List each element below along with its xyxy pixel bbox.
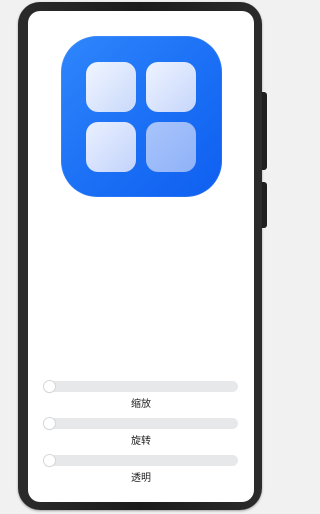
icon-tile-top-left — [86, 62, 136, 112]
device-preview: 缩放 旋转 透明 — [0, 0, 281, 514]
scale-slider-thumb[interactable] — [44, 381, 55, 392]
power-button — [262, 182, 267, 228]
icon-tile-bottom-left — [86, 122, 136, 172]
opacity-slider-label: 透明 — [131, 473, 151, 484]
rotate-slider[interactable] — [44, 418, 238, 429]
rotate-slider-label: 旋转 — [131, 436, 151, 447]
scale-slider[interactable] — [44, 381, 238, 392]
grid-app-icon — [61, 36, 222, 197]
rotate-slider-thumb[interactable] — [44, 418, 55, 429]
volume-button — [262, 92, 267, 170]
scale-slider-label: 缩放 — [131, 399, 151, 410]
opacity-slider[interactable] — [44, 455, 238, 466]
icon-tile-bottom-right — [146, 122, 196, 172]
icon-tile-top-right — [146, 62, 196, 112]
phone-screen: 缩放 旋转 透明 — [28, 11, 254, 502]
opacity-slider-thumb[interactable] — [44, 455, 55, 466]
